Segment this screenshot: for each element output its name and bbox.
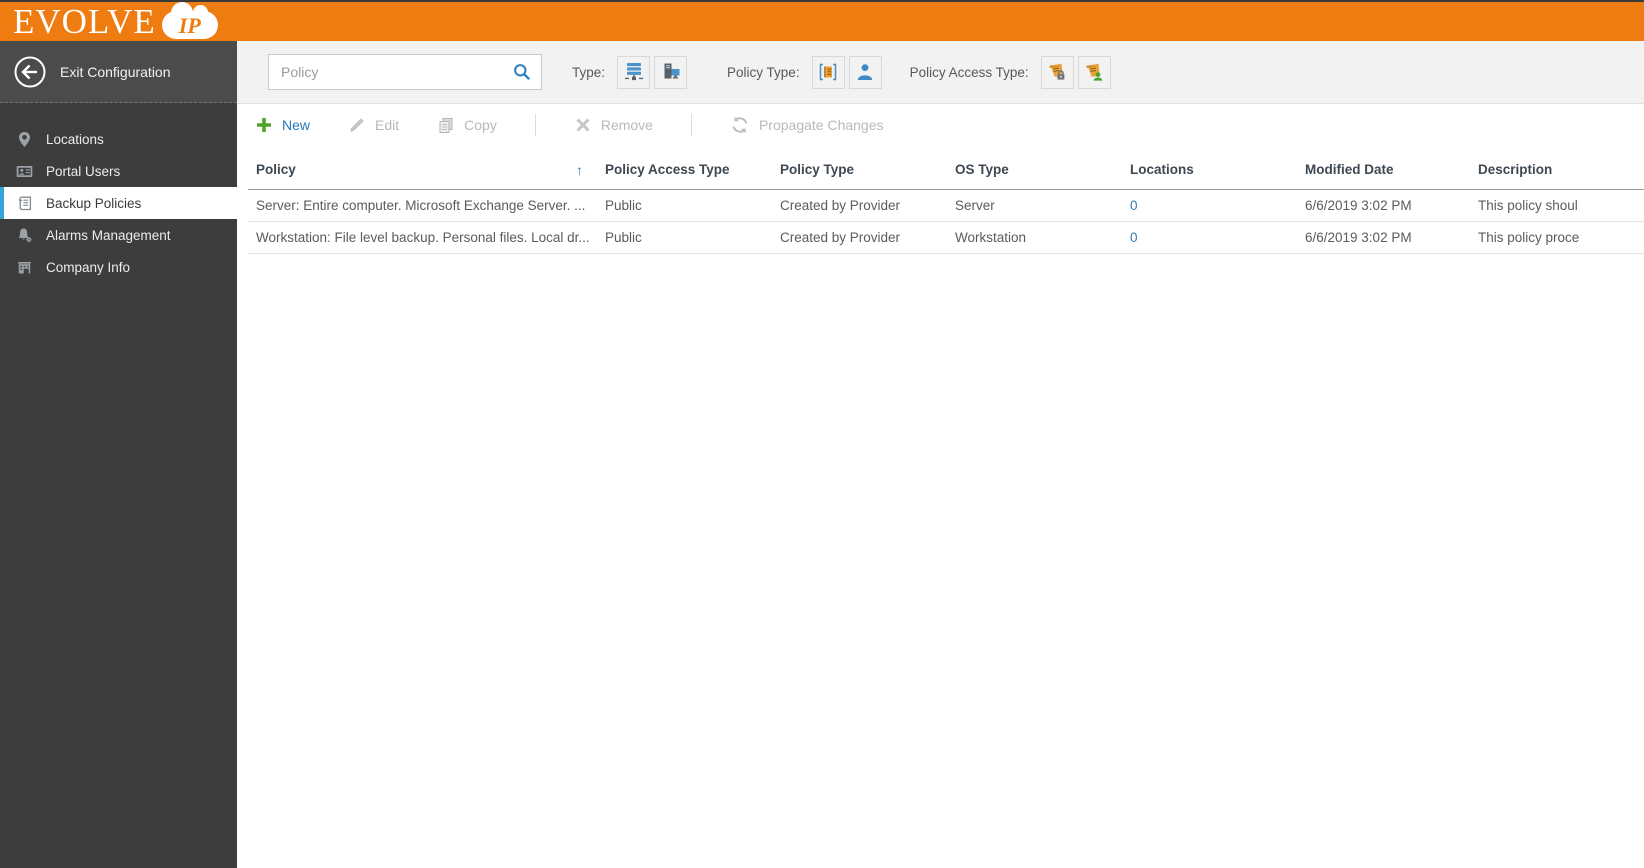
policy-search-input[interactable] <box>269 64 503 80</box>
policy-access-type-filter-label: Policy Access Type: <box>909 64 1029 80</box>
policy-type-cell: Created by Provider <box>780 230 901 245</box>
policy-access-type-cell: Public <box>605 230 642 245</box>
policy-type-cell: Created by Provider <box>780 198 901 213</box>
evolve-ip-logo: EVOLVE IP <box>13 1 218 41</box>
private-access-icon <box>1049 63 1065 80</box>
app-window: EVOLVE IP Exit Configuration Locations P… <box>0 0 1644 868</box>
os-type-cell: Server <box>955 198 995 213</box>
policy-search-box <box>268 54 542 90</box>
x-icon <box>576 118 590 132</box>
search-icon <box>514 64 531 81</box>
policy-cell: Workstation: File level backup. Personal… <box>256 230 590 245</box>
locations-count-link[interactable]: 0 <box>1130 230 1138 245</box>
refresh-icon <box>732 116 748 134</box>
exit-configuration-label: Exit Configuration <box>60 63 171 80</box>
backup-policies-icon <box>16 195 33 212</box>
location-pin-icon <box>16 131 33 148</box>
table-header-row: Policy ↑ Policy Access Type Policy Type … <box>248 150 1644 190</box>
modified-date-cell: 6/6/2019 3:02 PM <box>1305 230 1412 245</box>
filter-policy-type-user-button[interactable] <box>848 55 882 89</box>
sidebar-item-alarms-management[interactable]: Alarms Management <box>0 219 237 251</box>
edit-button[interactable]: Edit <box>348 116 399 134</box>
column-header-locations[interactable]: Locations <box>1122 162 1297 177</box>
remove-button[interactable]: Remove <box>574 116 653 134</box>
locations-count-link[interactable]: 0 <box>1130 198 1138 213</box>
sidebar-nav: Locations Portal Users Backup Policies A… <box>0 123 250 283</box>
new-button[interactable]: New <box>255 116 310 134</box>
filter-access-private-button[interactable] <box>1040 55 1074 89</box>
policies-table: Policy ↑ Policy Access Type Policy Type … <box>248 150 1644 254</box>
toolbar-divider <box>690 114 692 136</box>
description-cell: This policy shoul <box>1478 198 1578 213</box>
filter-access-public-button[interactable] <box>1077 55 1111 89</box>
table-row[interactable]: Workstation: File level backup. Personal… <box>248 222 1644 254</box>
main-content: Type: <box>237 41 1644 868</box>
sidebar-item-label: Alarms Management <box>46 227 171 243</box>
modified-date-cell: 6/6/2019 3:02 PM <box>1305 198 1412 213</box>
filter-bar: Type: <box>237 41 1644 104</box>
user-policy-icon <box>857 64 873 80</box>
column-header-policy[interactable]: Policy ↑ <box>248 162 597 178</box>
public-access-icon <box>1086 63 1103 81</box>
sidebar-item-label: Portal Users <box>46 163 121 179</box>
pencil-icon <box>350 118 364 132</box>
action-toolbar: New Edit Copy Remove Propagate Changes <box>237 104 1644 146</box>
exit-configuration-button[interactable]: Exit Configuration <box>0 41 237 103</box>
sidebar-item-label: Company Info <box>46 259 131 275</box>
provider-policy-icon <box>819 63 837 81</box>
column-header-description[interactable]: Description <box>1470 162 1644 177</box>
sidebar-item-label: Backup Policies <box>46 195 142 211</box>
server-icon <box>624 63 643 81</box>
back-arrow-circle-icon <box>14 56 46 87</box>
column-header-modified-date[interactable]: Modified Date <box>1297 162 1470 177</box>
company-info-icon <box>16 259 33 276</box>
toolbar-divider <box>534 114 536 136</box>
column-header-policy-access-type[interactable]: Policy Access Type <box>597 162 772 177</box>
policy-access-type-cell: Public <box>605 198 642 213</box>
cloud-logo-icon: IP <box>161 1 218 39</box>
column-header-os-type[interactable]: OS Type <box>947 162 1122 177</box>
sidebar-item-locations[interactable]: Locations <box>0 123 237 155</box>
sidebar-item-label: Locations <box>46 131 104 147</box>
filter-type-server-button[interactable] <box>617 55 651 89</box>
policy-cell: Server: Entire computer. Microsoft Excha… <box>256 198 586 213</box>
filter-policy-type-provider-button[interactable] <box>811 55 845 89</box>
sort-ascending-icon: ↑ <box>576 161 583 178</box>
sidebar-item-company-info[interactable]: Company Info <box>0 251 237 283</box>
column-header-policy-type[interactable]: Policy Type <box>772 162 947 177</box>
sidebar-item-backup-policies[interactable]: Backup Policies <box>0 186 250 220</box>
description-cell: This policy proce <box>1478 230 1580 245</box>
copy-icon <box>439 118 453 133</box>
logo-wordmark: EVOLVE <box>13 1 156 41</box>
sidebar-item-portal-users[interactable]: Portal Users <box>0 155 237 187</box>
top-brand-bar: EVOLVE IP <box>0 0 1644 41</box>
os-type-cell: Workstation <box>955 230 1027 245</box>
policy-type-filter-label: Policy Type: <box>727 64 800 80</box>
type-filter-label: Type: <box>572 64 606 80</box>
workstation-icon <box>664 63 680 79</box>
sidebar: Exit Configuration Locations Portal User… <box>0 41 250 868</box>
filter-type-workstation-button[interactable] <box>654 55 688 89</box>
plus-icon <box>257 118 271 132</box>
copy-button[interactable]: Copy <box>437 116 497 134</box>
alarms-icon <box>16 227 33 244</box>
table-row[interactable]: Server: Entire computer. Microsoft Excha… <box>248 190 1644 222</box>
search-button[interactable] <box>503 55 541 89</box>
propagate-changes-button[interactable]: Propagate Changes <box>730 115 884 135</box>
portal-users-icon <box>16 163 33 180</box>
